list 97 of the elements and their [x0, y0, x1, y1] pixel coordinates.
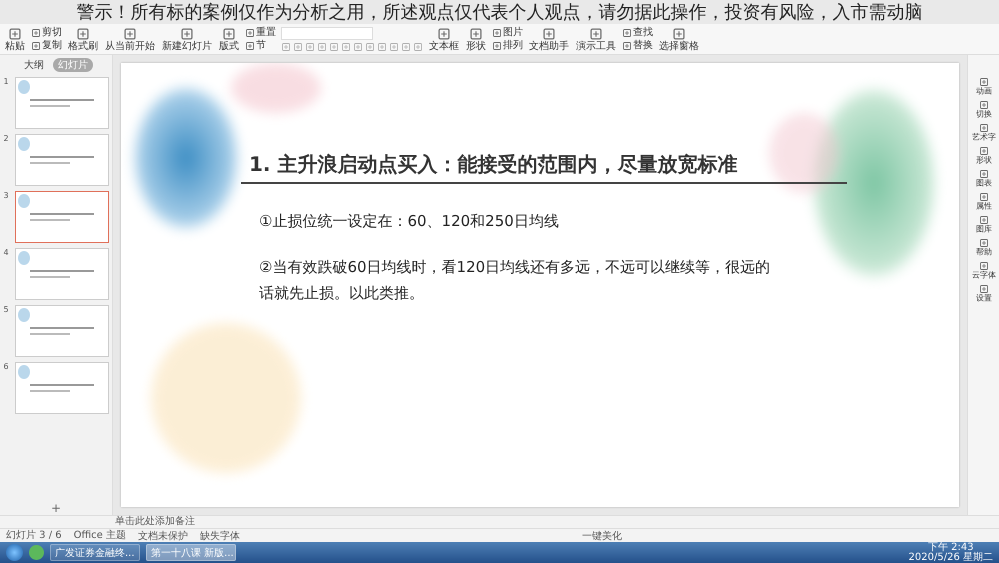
format-icon — [281, 42, 291, 52]
slide-thumbnail[interactable] — [14, 191, 108, 243]
toolbar-button[interactable]: 文档助手 — [528, 26, 570, 52]
tool-icon — [492, 40, 502, 50]
clock-time: 下午 2:43 — [928, 542, 974, 552]
format-icon — [341, 42, 351, 52]
toolbar-button[interactable]: 从当前开始 — [104, 26, 156, 52]
toolbar-button[interactable]: 替换 — [622, 40, 653, 52]
format-icon — [305, 42, 315, 52]
tool-icon — [76, 26, 90, 40]
tool-icon — [978, 77, 988, 87]
tool-icon — [222, 26, 236, 40]
tool-icon — [469, 26, 483, 40]
tool-icon — [978, 169, 988, 179]
side-tool-button[interactable]: 图表 — [974, 169, 994, 189]
format-icon — [317, 42, 327, 52]
tool-icon — [31, 28, 41, 38]
format-icon — [413, 42, 423, 52]
toolbar-button[interactable]: 排列 — [492, 40, 523, 52]
toolbar-button[interactable]: 粘贴 — [4, 26, 26, 52]
add-slide-button[interactable]: + — [50, 501, 62, 515]
toolbar-button[interactable]: 形状 — [465, 26, 487, 52]
tool-icon — [978, 192, 988, 202]
slide-thumbnail[interactable] — [14, 134, 108, 186]
toolbar-button[interactable]: 查找 — [622, 26, 653, 38]
side-tool-button[interactable]: 形状 — [974, 146, 994, 166]
toolbar-button[interactable]: 文本框 — [428, 26, 460, 52]
side-tool-button[interactable]: 艺术字 — [968, 123, 998, 143]
slide-thumbnail[interactable] — [14, 77, 108, 129]
format-icon — [353, 42, 363, 52]
tool-icon — [31, 40, 41, 50]
missing-fonts-button[interactable]: 缺失字体 — [200, 528, 240, 542]
tool-icon — [978, 100, 988, 110]
format-icon — [329, 42, 339, 52]
format-icon — [389, 42, 399, 52]
slide-title: 1. 主升浪启动点买入：能接受的范围内，尽量放宽标准 — [249, 151, 738, 178]
tool-icon — [492, 28, 502, 38]
beautify-button[interactable]: 一键美化 — [582, 528, 622, 542]
slide-counter: 幻灯片 3 / 6 — [6, 530, 62, 542]
slide-thumbnail[interactable] — [14, 305, 108, 357]
toolbar-button[interactable]: 格式刷 — [67, 26, 99, 52]
tool-icon — [978, 215, 988, 225]
toolbar-button[interactable]: 重置 — [245, 26, 276, 38]
panel-tab[interactable]: 大纲 — [19, 58, 49, 72]
tool-icon — [978, 146, 988, 156]
slide-number: 1 — [4, 77, 10, 86]
slide-number: 4 — [4, 248, 10, 257]
toolbar-button[interactable]: 演示工具 — [575, 26, 617, 52]
tool-icon — [589, 26, 603, 40]
side-tool-button[interactable]: 切换 — [974, 100, 994, 120]
tool-icon — [542, 26, 556, 40]
side-tool-button[interactable]: 属性 — [974, 192, 994, 212]
slide-thumbnail[interactable] — [14, 362, 108, 414]
font-field[interactable] — [281, 26, 373, 40]
tool-icon — [622, 40, 632, 50]
clock-date: 2020/5/26 星期二 — [908, 552, 993, 562]
tool-icon — [672, 26, 686, 40]
tool-icon — [437, 26, 451, 40]
side-tool-button[interactable]: 设置 — [974, 284, 994, 304]
slide-paragraph: ②当有效跌破60日均线时，看120日均线还有多远，不远可以继续等，很远的话就先止损。以此类推。 — [259, 257, 772, 304]
toolbar-button[interactable]: 节 — [245, 40, 276, 52]
format-icon — [365, 42, 375, 52]
toolbar-button[interactable]: 剪切 — [31, 26, 62, 38]
notes-field[interactable]: 单击此处添加备注 — [115, 516, 999, 528]
slide-number: 2 — [4, 134, 10, 143]
protection-button[interactable]: 文档未保护 — [138, 528, 188, 542]
tool-icon — [123, 26, 137, 40]
format-icon — [293, 42, 303, 52]
side-tool-button[interactable]: 云字体 — [968, 261, 998, 281]
tool-icon — [245, 28, 255, 38]
slide-number: 3 — [4, 191, 10, 200]
tool-icon — [978, 238, 988, 248]
tool-icon — [245, 40, 255, 50]
format-icon — [401, 42, 411, 52]
tool-icon — [978, 284, 988, 294]
tool-icon — [978, 261, 988, 271]
slide-thumbnail[interactable] — [14, 248, 108, 300]
toolbar-button[interactable]: 复制 — [31, 40, 62, 52]
tool-icon — [8, 26, 22, 40]
side-tool-button[interactable]: 图库 — [974, 215, 994, 235]
toolbar-button[interactable]: 选择窗格 — [658, 26, 700, 52]
format-icon — [377, 42, 387, 52]
side-tool-button[interactable]: 动画 — [974, 77, 994, 97]
tool-icon — [978, 123, 988, 133]
slide-paragraph: ①止损位统一设定在：60、120和250日均线 — [259, 211, 560, 232]
toolbar-button[interactable]: 新建幻灯片 — [161, 26, 213, 52]
tool-icon — [622, 28, 632, 38]
slide-number: 5 — [4, 305, 10, 314]
theme-label: Office 主题 — [74, 530, 126, 542]
start-button[interactable] — [6, 544, 23, 561]
taskbar-item[interactable]: 广发证券金融终... — [50, 544, 140, 561]
slide-number: 6 — [4, 362, 10, 371]
caption-text: 警示！所有标的案例仅作为分析之用，所述观点仅代表个人观点，请勿据此操作，投资有风险，入市需动脑 — [0, 0, 999, 24]
tool-icon — [180, 26, 194, 40]
toolbar-button[interactable]: 版式 — [218, 26, 240, 52]
side-tool-button[interactable]: 帮助 — [974, 238, 994, 258]
toolbar-button[interactable]: 图片 — [492, 26, 523, 38]
